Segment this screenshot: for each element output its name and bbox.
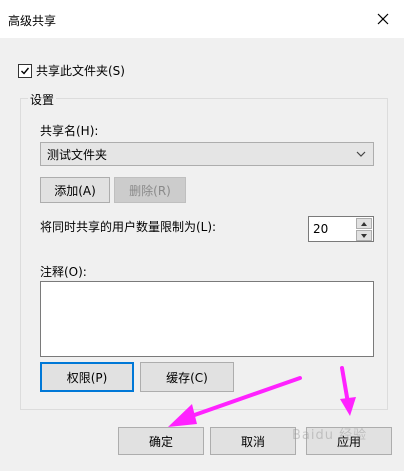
cancel-button-label: 取消 xyxy=(240,434,265,449)
settings-group-label: 设置 xyxy=(28,91,57,108)
close-button[interactable] xyxy=(368,6,398,32)
add-button-label: 添加(A) xyxy=(54,183,96,198)
user-limit-spinner[interactable]: 20 xyxy=(308,216,374,242)
delete-button[interactable]: 删除(R) xyxy=(114,177,186,203)
permissions-button[interactable]: 权限(P) xyxy=(40,362,134,392)
share-folder-checkbox[interactable]: 共享此文件夹(S) xyxy=(18,62,125,79)
add-button[interactable]: 添加(A) xyxy=(40,177,110,203)
close-icon xyxy=(377,13,389,25)
checkbox-box[interactable] xyxy=(18,63,32,78)
comment-textarea[interactable] xyxy=(40,281,374,357)
cache-button[interactable]: 缓存(C) xyxy=(140,362,234,392)
permissions-button-label: 权限(P) xyxy=(66,370,108,385)
cache-button-label: 缓存(C) xyxy=(166,370,208,385)
chevron-down-icon xyxy=(361,233,367,238)
checkmark-icon xyxy=(21,67,30,75)
window-title: 高级共享 xyxy=(8,14,57,28)
ok-button[interactable]: 确定 xyxy=(118,427,204,455)
share-name-value: 测试文件夹 xyxy=(47,147,108,162)
ok-button-label: 确定 xyxy=(148,434,173,449)
user-limit-value[interactable]: 20 xyxy=(313,222,328,236)
share-name-select[interactable]: 测试文件夹 xyxy=(40,142,374,166)
spin-up-button[interactable] xyxy=(356,218,372,229)
title-bar: 高级共享 xyxy=(0,0,404,38)
chevron-up-icon xyxy=(361,221,367,226)
delete-button-label: 删除(R) xyxy=(129,183,171,198)
watermark: Baidu 经验 xyxy=(292,428,368,443)
spin-down-button[interactable] xyxy=(356,230,372,241)
cancel-button[interactable]: 取消 xyxy=(210,427,296,455)
user-limit-label: 将同时共享的用户数量限制为(L): xyxy=(40,220,217,234)
comment-label: 注释(O): xyxy=(40,265,87,279)
share-folder-label: 共享此文件夹(S) xyxy=(36,64,125,78)
chevron-down-icon xyxy=(356,151,366,157)
share-name-label: 共享名(H): xyxy=(40,124,99,138)
